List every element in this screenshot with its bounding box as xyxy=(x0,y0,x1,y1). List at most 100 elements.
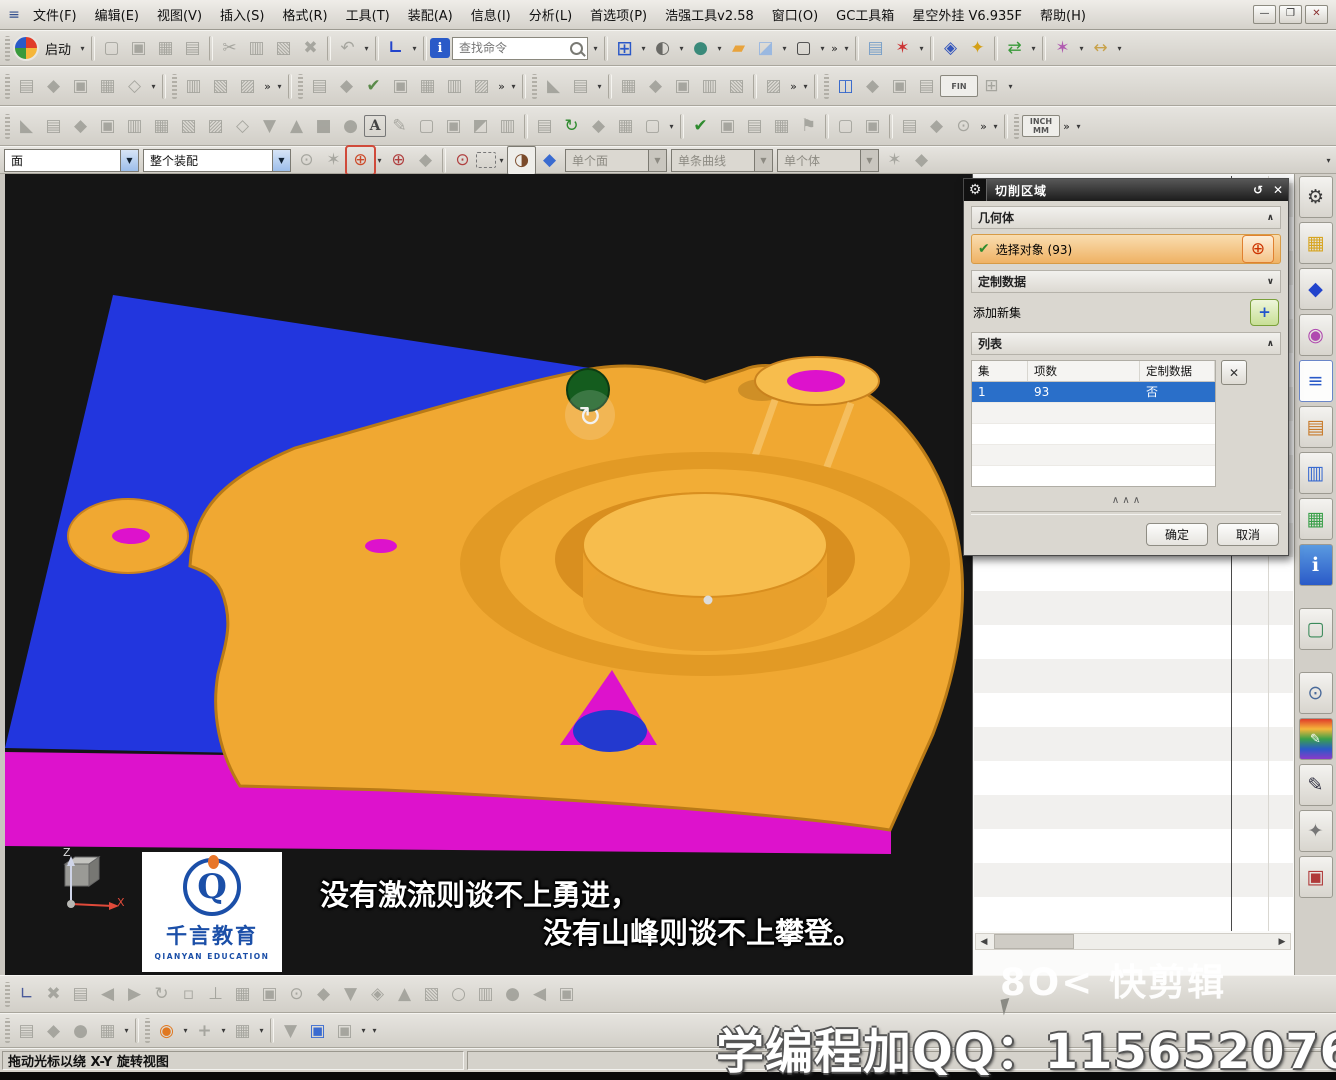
sheet-icon[interactable]: ▣ xyxy=(440,113,467,140)
dialog-close-icon[interactable]: ✕ xyxy=(1268,181,1288,199)
shop-doc-icon[interactable]: ▤ xyxy=(741,113,768,140)
scroll-right-icon[interactable]: ▶ xyxy=(1274,934,1290,949)
csys-icon[interactable]: ∟ xyxy=(13,981,40,1008)
rotate-icon[interactable]: ↻ xyxy=(148,981,175,1008)
misc-icon[interactable]: ▣ xyxy=(886,73,913,100)
cam-icon[interactable]: ▥ xyxy=(180,73,207,100)
combo-arrow-icon[interactable]: ▼ xyxy=(272,149,290,171)
save-icon[interactable]: ▦ xyxy=(152,35,179,62)
cam-icon[interactable]: ▨ xyxy=(234,73,261,100)
sketch-icon[interactable]: ✎ xyxy=(386,113,413,140)
calculator-icon[interactable]: ▦ xyxy=(612,113,639,140)
edit-icon[interactable]: ◆ xyxy=(67,113,94,140)
report-icon[interactable]: ▣ xyxy=(859,113,886,140)
dialog-resize-grip[interactable]: ∧ ∧ ∧ xyxy=(971,493,1281,507)
operation-navigator-tab[interactable]: ≡ xyxy=(1298,360,1333,402)
search-input[interactable] xyxy=(457,40,571,56)
ok-button[interactable]: 确定 xyxy=(1146,523,1208,546)
section-icon[interactable]: ✖ xyxy=(40,981,67,1008)
node-tree-icon[interactable]: ✶ xyxy=(889,35,916,62)
toolbar-overflow[interactable]: » xyxy=(1060,113,1073,140)
add-new-set-button[interactable]: + xyxy=(1250,298,1279,326)
op-icon[interactable]: ◆ xyxy=(333,73,360,100)
history-tab[interactable]: ⊙ xyxy=(1298,672,1333,714)
shaded-view-icon[interactable]: ◐ xyxy=(649,35,676,62)
palette-tab[interactable]: ✎ xyxy=(1298,718,1333,760)
table-row[interactable]: 1 93 否 xyxy=(972,382,1215,402)
boss-hole-highlight[interactable] xyxy=(787,370,845,392)
program-tree-icon[interactable]: ⊞ xyxy=(978,73,1005,100)
op-icon[interactable]: ▣ xyxy=(387,73,414,100)
cam-icon[interactable]: ◆ xyxy=(40,73,67,100)
menu-item[interactable]: 插入(S) xyxy=(211,2,273,27)
cam-icon[interactable]: ▧ xyxy=(207,73,234,100)
folder-icon[interactable]: ▰ xyxy=(725,35,752,62)
set-list-table[interactable]: 集 项数 定制数据 1 93 否 xyxy=(971,360,1216,487)
tree-dropdown[interactable]: ▾ xyxy=(1005,73,1016,100)
assembly-navigator-tab[interactable]: ▦ xyxy=(1298,222,1333,264)
op-icon[interactable]: ▨ xyxy=(468,73,495,100)
cam-dropdown[interactable]: ▾ xyxy=(148,73,159,100)
visualization-tab[interactable]: ✎ xyxy=(1298,764,1333,806)
layout-icon[interactable]: ◆ xyxy=(40,1017,67,1044)
probe-icon[interactable]: ◆ xyxy=(585,113,612,140)
lug-hole-highlight[interactable] xyxy=(112,528,150,544)
cancel-button[interactable]: 取消 xyxy=(1217,523,1279,546)
iso-icon[interactable]: ◆ xyxy=(310,981,337,1008)
graphics-viewport[interactable]: ↻ Q 千言教育 QIANYAN EDUCATION 没有激流则谈不上勇进， 没… xyxy=(5,174,972,975)
print-post-icon[interactable]: ▤ xyxy=(531,113,558,140)
part-navigator-tab[interactable]: ◉ xyxy=(1298,314,1333,356)
wf-icon[interactable]: ▥ xyxy=(696,73,723,100)
solid-select-icon[interactable]: ◆ xyxy=(536,147,563,174)
swap-arrows-icon[interactable]: ⇄ xyxy=(1001,35,1028,62)
web-browser-tab[interactable]: ▢ xyxy=(1298,608,1333,650)
machine-icon[interactable]: ◆ xyxy=(923,113,950,140)
menu-item[interactable]: 装配(A) xyxy=(399,2,462,27)
library-tab[interactable]: ▦ xyxy=(1298,498,1333,540)
selection-scope-combo[interactable]: 整个装配 ▼ xyxy=(143,148,291,172)
tool-icon[interactable]: ▤ xyxy=(567,73,594,100)
menu-item[interactable]: 格式(R) xyxy=(273,2,336,27)
expand-icon[interactable]: ∨ xyxy=(1267,277,1274,287)
constraint-navigator-tab[interactable]: ◆ xyxy=(1298,268,1333,310)
selbar-overflow[interactable]: ▾ xyxy=(1323,147,1334,174)
dialog-titlebar[interactable]: ⚙ 切削区域 ↺ ✕ xyxy=(964,179,1288,201)
dialog-gear-icon[interactable]: ⚙ xyxy=(964,179,987,201)
toolbar-overflow[interactable]: » xyxy=(977,113,990,140)
tool-dropdown[interactable]: ▾ xyxy=(594,73,605,100)
curve-rule-icon[interactable]: ✶ xyxy=(881,147,908,174)
toolbar-overflow[interactable]: » xyxy=(495,73,508,100)
menu-item[interactable]: 帮助(H) xyxy=(1031,2,1095,27)
menu-item[interactable]: 编辑(E) xyxy=(86,2,148,27)
geometry-section-header[interactable]: 几何体 ∧ xyxy=(971,206,1281,229)
select-dropdown[interactable]: ▾ xyxy=(496,147,507,174)
cut-icon[interactable]: ✂ xyxy=(216,35,243,62)
front-view-icon[interactable]: ▲ xyxy=(391,981,418,1008)
machining-wizard-tab[interactable]: ▤ xyxy=(1298,406,1333,448)
background-dropdown[interactable]: ▾ xyxy=(817,35,828,62)
specs-list-icon[interactable]: ▤ xyxy=(862,35,889,62)
scrollbar-thumb[interactable] xyxy=(994,934,1074,949)
gem-icon[interactable]: ◈ xyxy=(364,981,391,1008)
edit-icon[interactable]: ◣ xyxy=(13,113,40,140)
general-selection-icon[interactable]: ⊙ xyxy=(449,147,476,174)
search-dropdown[interactable]: ▾ xyxy=(590,35,601,62)
tooling-tab[interactable]: ✦ xyxy=(1298,810,1333,852)
horizontal-scrollbar[interactable]: ◀ ▶ xyxy=(975,933,1291,950)
table-dropdown[interactable]: ▾ xyxy=(256,1017,267,1044)
face-hole-highlight[interactable] xyxy=(365,539,397,553)
grid-icon[interactable]: ▦ xyxy=(768,113,795,140)
wf-icon[interactable]: ▦ xyxy=(615,73,642,100)
minimize-button[interactable]: — xyxy=(1253,5,1276,24)
menu-item[interactable]: 星空外挂 V6.935F xyxy=(903,2,1031,27)
menu-item[interactable]: 工具(T) xyxy=(337,2,399,27)
toolbar-overflow[interactable]: » xyxy=(787,73,800,100)
menu-item[interactable]: 视图(V) xyxy=(148,2,211,27)
delete-icon[interactable]: ✖ xyxy=(297,35,324,62)
blank-dropdown[interactable]: ▾ xyxy=(358,1017,369,1044)
background-icon[interactable]: ▢ xyxy=(790,35,817,62)
back-icon[interactable]: ◀ xyxy=(94,981,121,1008)
layout-icon[interactable]: ● xyxy=(67,1017,94,1044)
edit-icon[interactable]: ▦ xyxy=(148,113,175,140)
flag-icon[interactable]: ⚑ xyxy=(795,113,822,140)
